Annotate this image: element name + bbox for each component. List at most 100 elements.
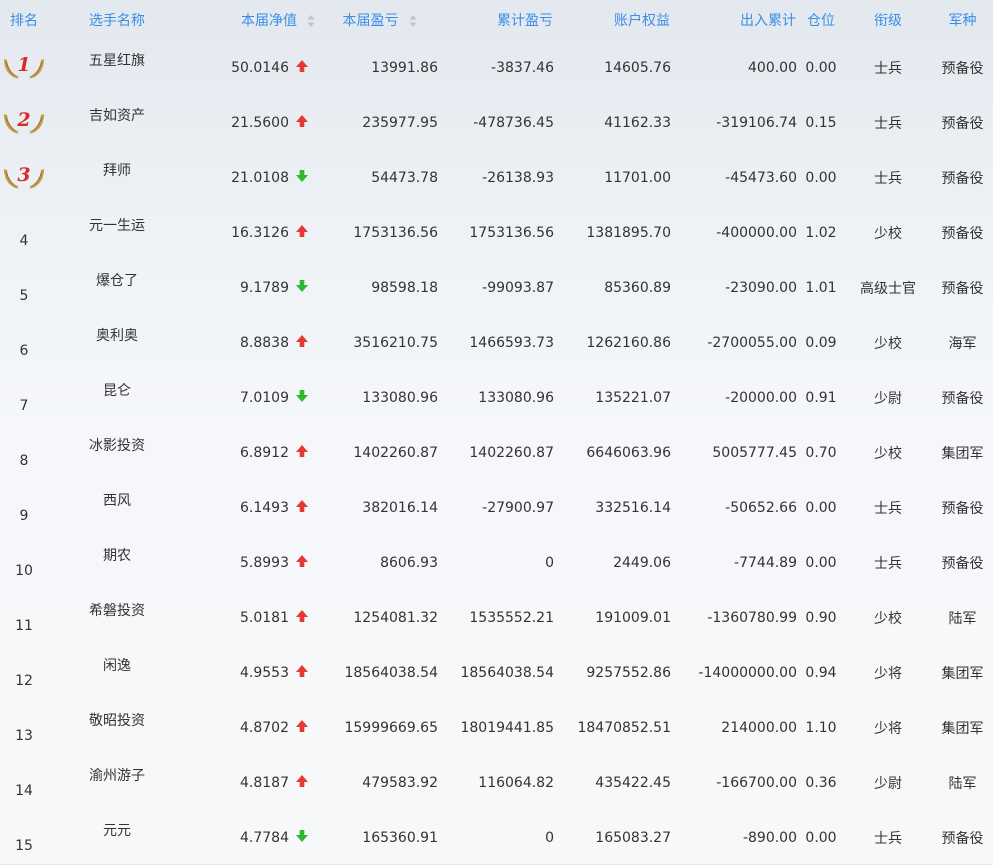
- rank-number: 9: [19, 507, 29, 524]
- nav-cell: 5.0181: [186, 590, 321, 645]
- table-row[interactable]: 9 西风 6.1493 382016.14 -27900.97 332516.14 -506…: [0, 480, 993, 535]
- table-row[interactable]: 12 闲逸 4.9553 18564038.54 18564038.54 9257552.…: [0, 645, 993, 700]
- rank-cell: 3: [0, 150, 48, 205]
- pnl-cell: 54473.78: [371, 169, 438, 186]
- table-row[interactable]: 2 吉如资产 21.5600 235977.95 -478736.45 41162.33 -…: [0, 95, 993, 150]
- equity-cell: 18470852.51: [577, 719, 671, 736]
- player-name-cell[interactable]: 吉如资产: [48, 95, 186, 150]
- arrow-up-icon: [295, 224, 309, 238]
- cum-pnl-cell: 0: [545, 829, 554, 846]
- player-name-cell[interactable]: 闲逸: [48, 645, 186, 700]
- player-name[interactable]: 爆仓了: [96, 270, 138, 306]
- rank-number: 15: [15, 837, 33, 854]
- cum-pnl-cell: 116064.82: [478, 774, 554, 791]
- table-row[interactable]: 3 拜师 21.0108 54473.78 -26138.93 11701.00 -4547…: [0, 150, 993, 205]
- table-row[interactable]: 4 元一生运 16.3126 1753136.56 1753136.56 1381895.…: [0, 205, 993, 260]
- branch-cell: 集团军: [941, 720, 984, 737]
- player-name[interactable]: 敬昭投资: [89, 710, 145, 746]
- player-name-cell[interactable]: 希磐投资: [48, 590, 186, 645]
- player-name[interactable]: 西风: [103, 490, 131, 526]
- rank-cell: 14: [0, 755, 48, 810]
- nav-value: 8.8838: [240, 334, 289, 351]
- equity-cell: 1262160.86: [586, 334, 671, 351]
- table-row[interactable]: 10 期农 5.8993 8606.93 0 2449.06 -7744.89 0.00 士兵 预…: [0, 535, 993, 590]
- rank-number: 12: [15, 672, 33, 689]
- equity-cell: 6646063.96: [586, 444, 671, 461]
- equity-cell: 1381895.70: [586, 224, 671, 241]
- table-row[interactable]: 1 五星红旗 50.0146 13991.86 -3837.46 14605.76 400.…: [0, 40, 993, 95]
- table-row[interactable]: 13 敬昭投资 4.8702 15999669.65 18019441.85 184708…: [0, 700, 993, 755]
- equity-cell: 332516.14: [595, 499, 671, 516]
- table-row[interactable]: 6 奥利奥 8.8838 3516210.75 1466593.73 1262160.86…: [0, 315, 993, 370]
- medal-icon: 2: [1, 108, 47, 138]
- branch-cell: 集团军: [941, 665, 984, 682]
- pnl-cell: 133080.96: [362, 389, 438, 406]
- player-name[interactable]: 元一生运: [89, 215, 145, 251]
- table-row[interactable]: 11 希磐投资 5.0181 1254081.32 1535552.21 191009.0…: [0, 590, 993, 645]
- nav-cell: 4.7784: [186, 810, 321, 865]
- cum-pnl-cell: -26138.93: [482, 169, 554, 186]
- inout-cell: -45473.60: [725, 169, 797, 186]
- table-row[interactable]: 8 冰影投资 6.8912 1402260.87 1402260.87 6646063.9…: [0, 425, 993, 480]
- player-name-cell[interactable]: 冰影投资: [48, 425, 186, 480]
- player-name[interactable]: 冰影投资: [89, 435, 145, 471]
- header-branch[interactable]: 军种: [932, 0, 993, 40]
- player-name[interactable]: 希磐投资: [89, 600, 145, 636]
- table-row[interactable]: 7 昆仑 7.0109 133080.96 133080.96 135221.07 -200…: [0, 370, 993, 425]
- inout-cell: -166700.00: [716, 774, 797, 791]
- rank-number: 7: [19, 397, 29, 414]
- medal-icon: 3: [1, 163, 47, 193]
- player-name[interactable]: 渝州游子: [89, 765, 145, 801]
- header-nav-sortable[interactable]: 本届净值: [186, 0, 321, 40]
- arrow-up-icon: [295, 334, 309, 348]
- header-rank[interactable]: 排名: [0, 0, 48, 40]
- nav-value: 7.0109: [240, 389, 289, 406]
- header-grade[interactable]: 衔级: [844, 0, 932, 40]
- player-name-cell[interactable]: 元一生运: [48, 205, 186, 260]
- sort-icon[interactable]: [307, 14, 315, 28]
- player-name-cell[interactable]: 昆仑: [48, 370, 186, 425]
- table-row[interactable]: 15 元元 4.7784 165360.91 0 165083.27 -890.00 0.00…: [0, 810, 993, 865]
- player-name-cell[interactable]: 元元: [48, 810, 186, 865]
- player-name-cell[interactable]: 爆仓了: [48, 260, 186, 315]
- player-name[interactable]: 元元: [103, 820, 131, 856]
- table-header-row: 排名 选手名称 本届净值 本届盈亏 累计盈亏 账户权益 出入累计 仓位 衔级 军…: [0, 0, 993, 40]
- arrow-up-icon: [295, 719, 309, 733]
- pnl-cell: 235977.95: [362, 114, 438, 131]
- header-pnl-sortable[interactable]: 本届盈亏: [321, 0, 438, 40]
- player-name[interactable]: 五星红旗: [89, 50, 145, 86]
- nav-cell: 21.0108: [186, 150, 321, 205]
- header-position[interactable]: 仓位: [798, 0, 844, 40]
- arrow-up-icon: [295, 114, 309, 128]
- header-equity[interactable]: 账户权益: [555, 0, 672, 40]
- player-name-cell[interactable]: 期农: [48, 535, 186, 590]
- player-name[interactable]: 奥利奥: [96, 325, 138, 361]
- player-name[interactable]: 闲逸: [103, 655, 131, 691]
- rank-cell: 6: [0, 315, 48, 370]
- table-row[interactable]: 14 渝州游子 4.8187 479583.92 116064.82 435422.45 -…: [0, 755, 993, 810]
- player-name[interactable]: 吉如资产: [89, 105, 145, 141]
- arrow-down-icon: [295, 829, 309, 843]
- equity-cell: 9257552.86: [586, 664, 671, 681]
- inout-cell: -20000.00: [725, 389, 797, 406]
- header-cum-pnl[interactable]: 累计盈亏: [438, 0, 555, 40]
- player-name-cell[interactable]: 渝州游子: [48, 755, 186, 810]
- player-name[interactable]: 期农: [103, 545, 131, 581]
- player-name[interactable]: 拜师: [103, 160, 131, 196]
- player-name-cell[interactable]: 拜师: [48, 150, 186, 205]
- player-name-cell[interactable]: 敬昭投资: [48, 700, 186, 755]
- player-name[interactable]: 昆仑: [103, 380, 131, 416]
- header-inout[interactable]: 出入累计: [672, 0, 798, 40]
- header-pnl-label: 本届盈亏: [342, 13, 399, 29]
- player-name-cell[interactable]: 五星红旗: [48, 40, 186, 95]
- grade-cell: 少尉: [874, 390, 902, 407]
- rank-number: 6: [19, 342, 29, 359]
- pnl-cell: 1753136.56: [353, 224, 438, 241]
- table-row[interactable]: 5 爆仓了 9.1789 98598.18 -99093.87 85360.89 -2309…: [0, 260, 993, 315]
- cum-pnl-cell: -3837.46: [491, 59, 554, 76]
- rank-cell: 4: [0, 205, 48, 260]
- sort-icon[interactable]: [409, 14, 417, 28]
- header-name[interactable]: 选手名称: [48, 0, 186, 40]
- player-name-cell[interactable]: 奥利奥: [48, 315, 186, 370]
- player-name-cell[interactable]: 西风: [48, 480, 186, 535]
